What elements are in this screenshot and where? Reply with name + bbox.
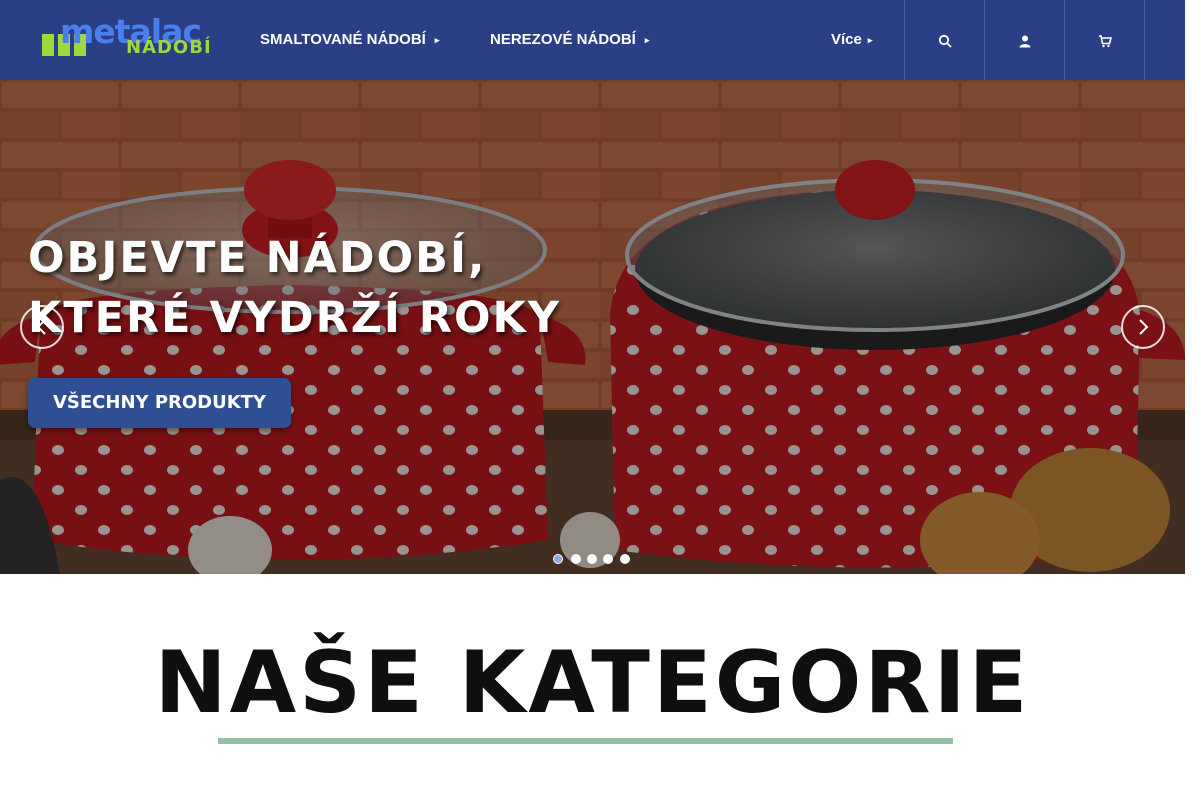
chevron-right-icon: ▸: [644, 35, 650, 45]
search-button[interactable]: [904, 0, 985, 80]
slider-dot-5[interactable]: [620, 554, 630, 564]
slider-dot-4[interactable]: [603, 554, 613, 564]
all-products-button[interactable]: VŠECHNY PRODUKTY: [28, 378, 291, 428]
nav-item-more[interactable]: Více ▸: [831, 30, 872, 50]
hero-slider: OBJEVTE NÁDOBÍ, KTERÉ VYDRŽÍ ROKY VŠECHN…: [0, 80, 1185, 574]
nav-item-label: NEREZOVÉ NÁDOBÍ: [490, 31, 636, 48]
chevron-right-icon: [1139, 319, 1149, 335]
nav-item-label: Více: [831, 31, 862, 48]
chevron-left-icon: [36, 319, 46, 335]
cart-button[interactable]: [1064, 0, 1145, 80]
hero-headline-line1: OBJEVTE NÁDOBÍ,: [28, 233, 487, 283]
metalac-logo[interactable]: metalac NÁDOBÍ: [42, 14, 242, 64]
nav-item-label: SMALTOVANÉ NÁDOBÍ: [260, 31, 426, 48]
nav-item-stainless-cookware[interactable]: NEREZOVÉ NÁDOBÍ ▸: [490, 30, 649, 50]
hero-headline-line2: KTERÉ VYDRŽÍ ROKY: [28, 293, 561, 343]
chevron-right-icon: ▸: [434, 35, 440, 45]
cart-icon: [1099, 35, 1112, 48]
nav-item-enamel-cookware[interactable]: SMALTOVANÉ NÁDOBÍ ▸: [260, 30, 439, 50]
slider-dot-1[interactable]: [553, 554, 563, 564]
header-divider: [1144, 0, 1186, 80]
slider-dot-2[interactable]: [571, 554, 581, 564]
slider-dot-3[interactable]: [587, 554, 597, 564]
categories-heading-underline: [218, 738, 953, 744]
hero-headline: OBJEVTE NÁDOBÍ, KTERÉ VYDRŽÍ ROKY: [28, 228, 561, 348]
chevron-right-icon: ▸: [867, 35, 873, 45]
categories-heading: NAŠE KATEGORIE: [154, 633, 1031, 733]
account-button[interactable]: [984, 0, 1065, 80]
slider-prev-button[interactable]: [20, 305, 64, 349]
logo-subtitle: NÁDOBÍ: [126, 37, 212, 58]
slider-next-button[interactable]: [1121, 305, 1165, 349]
user-icon: [1019, 35, 1031, 48]
search-icon: [938, 34, 952, 48]
site-header: metalac NÁDOBÍ SMALTOVANÉ NÁDOBÍ ▸ NEREZO…: [0, 0, 1185, 80]
